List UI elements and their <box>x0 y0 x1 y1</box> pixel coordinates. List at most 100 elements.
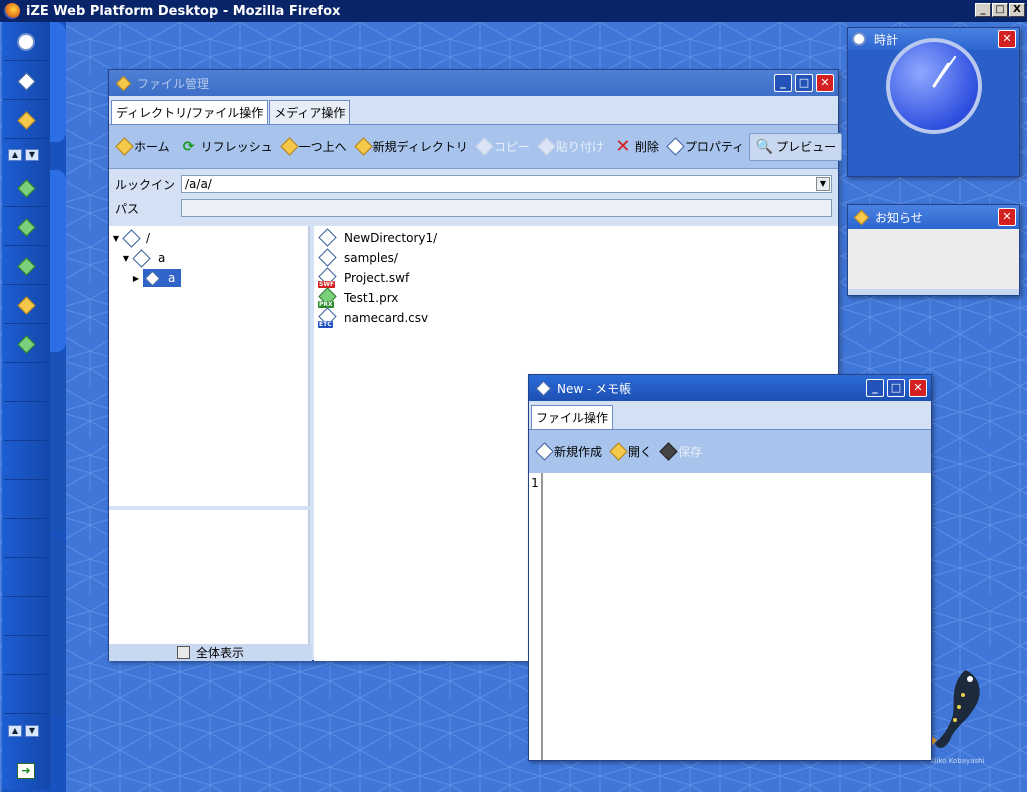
sidebar-app-1[interactable] <box>4 170 48 207</box>
list-item[interactable]: PRX Test1.prx <box>314 287 838 308</box>
folder-icon <box>115 75 132 91</box>
list-item[interactable]: NewDirectory1/ <box>314 228 838 248</box>
sidebar-tab[interactable] <box>50 22 66 142</box>
show-all-checkbox[interactable] <box>176 646 190 659</box>
open-label: 開く <box>628 445 653 459</box>
sidebar-tab[interactable] <box>50 537 66 717</box>
clock-face <box>932 55 957 88</box>
mail-icon <box>16 71 36 91</box>
list-item[interactable]: SWF Project.swf <box>314 267 838 288</box>
scroll-up-button[interactable]: ▲ <box>8 149 22 161</box>
memo-editor[interactable]: 1 <box>529 473 931 760</box>
maximize-button[interactable]: □ <box>992 3 1008 17</box>
memo-icon <box>535 380 552 396</box>
sidebar-slot <box>4 599 48 636</box>
home-button[interactable]: ホーム <box>113 134 175 159</box>
path-label: パス <box>115 201 140 216</box>
prx-badge: PRX <box>318 301 334 308</box>
sidebar-notice[interactable] <box>4 102 48 139</box>
paste-button[interactable]: 貼り付け <box>535 134 609 159</box>
tree-label: a <box>168 271 176 285</box>
properties-label: プロパティ <box>684 140 745 154</box>
sidebar-slot <box>4 443 48 480</box>
clock-icon <box>852 32 866 46</box>
path-input[interactable] <box>181 199 832 217</box>
sidebar-app-3[interactable] <box>4 248 48 285</box>
copy-button[interactable]: コピー <box>473 134 535 159</box>
new-directory-button[interactable]: 新規ディレクトリ <box>352 134 473 159</box>
list-item[interactable]: ETC namecard.csv <box>314 307 838 328</box>
close-button[interactable]: ✕ <box>816 74 834 92</box>
close-button[interactable]: ✕ <box>998 30 1016 48</box>
tree-node-a-selected[interactable]: ▶ a <box>109 268 308 288</box>
new-directory-label: 新規ディレクトリ <box>372 140 468 154</box>
maximize-button[interactable]: □ <box>795 74 813 92</box>
memo-titlebar[interactable]: New - メモ帳 _ □ ✕ <box>529 375 931 401</box>
close-button[interactable]: ✕ <box>998 208 1016 226</box>
watermark: Kiiko Kobayashi <box>930 757 985 765</box>
scroll-down-button[interactable]: ▼ <box>25 149 39 161</box>
notice-footer <box>848 289 1019 295</box>
sidebar-app-2[interactable] <box>4 209 48 246</box>
lookin-select[interactable]: /a/a/ ▼ <box>181 175 832 193</box>
sidebar-mail[interactable] <box>4 63 48 100</box>
browser-title: iZE Web Platform Desktop - Mozilla Firef… <box>26 3 341 19</box>
minimize-button[interactable]: _ <box>866 379 884 397</box>
sidebar-slot <box>4 638 48 675</box>
tab-directory-file[interactable]: ディレクトリ/ファイル操作 <box>111 100 269 124</box>
dropdown-arrow-icon[interactable]: ▼ <box>816 177 830 191</box>
refresh-button[interactable]: ⟳ リフレッシュ <box>175 134 278 160</box>
window-title: New - メモ帳 <box>557 381 632 396</box>
preview-button[interactable]: 🔍 プレビュー <box>749 132 843 161</box>
sidebar-clock[interactable] <box>4 24 48 61</box>
preview-label: プレビュー <box>776 140 837 154</box>
file-manager-titlebar[interactable]: ファイル管理 _ □ ✕ <box>109 70 838 96</box>
new-file-button[interactable]: 新規作成 <box>533 439 607 464</box>
list-item[interactable]: samples/ <box>314 248 838 268</box>
directory-tree: ▼ / ▼ a ▶ a <box>109 226 310 506</box>
expand-icon[interactable]: ▼ <box>121 254 131 263</box>
close-button[interactable]: X <box>1009 3 1025 17</box>
sidebar-tab[interactable] <box>50 170 66 352</box>
up-button[interactable]: 一つ上へ <box>278 134 352 159</box>
collapse-icon[interactable]: ▶ <box>131 274 141 283</box>
download-icon <box>16 178 36 198</box>
paste-icon <box>537 137 556 156</box>
refresh-label: リフレッシュ <box>200 140 273 154</box>
window-title: ファイル管理 <box>137 76 210 91</box>
show-all-row: 全体表示 <box>109 644 312 661</box>
copy-label: コピー <box>493 140 530 154</box>
sidebar-exit[interactable]: ➜ <box>4 752 48 789</box>
sidebar-app-4[interactable] <box>4 287 48 324</box>
home-label: ホーム <box>134 140 170 154</box>
sidebar-dock: ▲ ▼ ▲ ▼ ➜ <box>2 22 66 792</box>
sidebar-tab[interactable] <box>50 352 66 532</box>
sidebar-app-5[interactable] <box>4 326 48 363</box>
lookin-value: /a/a/ <box>185 177 212 191</box>
tree-node-root[interactable]: ▼ / <box>109 228 308 248</box>
expand-icon[interactable]: ▼ <box>111 234 121 243</box>
sidebar-slot <box>4 482 48 519</box>
tab-file-operations[interactable]: ファイル操作 <box>531 405 614 429</box>
sidebar-slot <box>4 404 48 441</box>
minimize-button[interactable]: _ <box>774 74 792 92</box>
notice-titlebar[interactable]: お知らせ ✕ <box>848 205 1019 229</box>
delete-button[interactable]: ✕ 削除 <box>609 134 664 160</box>
file-toolbar: ホーム ⟳ リフレッシュ 一つ上へ 新規ディレクトリ コピー 貼り付け ✕ 削除 プ… <box>109 125 843 169</box>
close-button[interactable]: ✕ <box>909 379 927 397</box>
minimize-button[interactable]: _ <box>975 3 991 17</box>
browser-titlebar: iZE Web Platform Desktop - Mozilla Firef… <box>0 0 1027 22</box>
scroll-down-button[interactable]: ▼ <box>25 725 39 737</box>
tab-media[interactable]: メディア操作 <box>269 100 351 124</box>
folder-icon <box>144 270 161 286</box>
tree-node-a[interactable]: ▼ a <box>109 248 308 268</box>
save-label: 保存 <box>678 445 703 459</box>
clock-widget: 時計 ✕ <box>847 27 1020 177</box>
scroll-up-button[interactable]: ▲ <box>8 725 22 737</box>
tree-label: / <box>146 231 151 245</box>
up-label: 一つ上へ <box>298 140 347 154</box>
open-button[interactable]: 開く <box>607 439 657 464</box>
save-button[interactable]: 保存 <box>657 439 707 464</box>
properties-button[interactable]: プロパティ <box>664 134 749 159</box>
maximize-button[interactable]: □ <box>887 379 905 397</box>
